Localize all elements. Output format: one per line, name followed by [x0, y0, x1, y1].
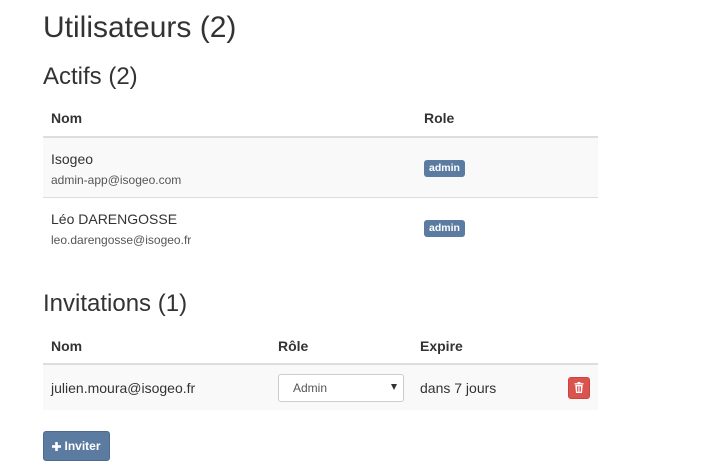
column-header-actions [560, 328, 598, 365]
role-select-value: Admin [293, 380, 328, 395]
plus-icon [52, 441, 62, 451]
page: Utilisateurs (2) Actifs (2) Nom Role Iso… [0, 0, 722, 475]
role-select[interactable]: Admin [278, 373, 404, 402]
page-title: Utilisateurs (2) [43, 11, 237, 44]
role-badge: admin [424, 220, 465, 237]
invitation-actions-cell [560, 364, 598, 410]
invite-button[interactable]: Inviter [43, 431, 110, 461]
section-title-actifs: Actifs (2) [43, 63, 138, 90]
active-users-table: Nom Role Isogeo admin-app@isogeo.com adm… [43, 100, 598, 257]
role-cell: admin [416, 137, 598, 198]
table-header-row: Nom Role [43, 100, 598, 138]
table-row: julien.moura@isogeo.fr Admin dans 7 jour… [43, 364, 598, 410]
table-row: Léo DARENGOSSE leo.darengosse@isogeo.fr … [43, 197, 598, 257]
user-name: Léo DARENGOSSE [51, 211, 178, 227]
user-email: admin-app@isogeo.com [51, 173, 182, 187]
invitation-email-cell: julien.moura@isogeo.fr [43, 364, 270, 410]
invitation-email: julien.moura@isogeo.fr [51, 379, 196, 396]
trash-icon [574, 382, 584, 393]
invitation-expires: dans 7 jours [420, 379, 497, 396]
user-name: Isogeo [51, 151, 94, 167]
table-row: Isogeo admin-app@isogeo.com admin [43, 137, 598, 198]
invitation-expires-cell: dans 7 jours [412, 364, 560, 410]
column-header-expires: Expire [412, 328, 560, 365]
column-header-name: Nom [43, 328, 270, 365]
role-badge: admin [424, 160, 465, 177]
table-header-row: Nom Rôle Expire [43, 328, 598, 365]
invitation-role-cell: Admin [270, 364, 412, 410]
invitations-table: Nom Rôle Expire julien.moura@isogeo.fr A… [43, 328, 598, 410]
user-cell: Isogeo admin-app@isogeo.com [43, 137, 416, 198]
role-cell: admin [416, 197, 598, 257]
delete-invitation-button[interactable] [568, 376, 590, 399]
invite-button-label: Inviter [64, 439, 101, 453]
column-header-role: Rôle [270, 328, 412, 365]
user-email: leo.darengosse@isogeo.fr [51, 233, 192, 247]
user-cell: Léo DARENGOSSE leo.darengosse@isogeo.fr [43, 197, 416, 257]
chevron-down-icon [391, 383, 397, 390]
column-header-name: Nom [43, 100, 416, 138]
column-header-role: Role [416, 100, 598, 138]
section-title-invitations: Invitations (1) [43, 290, 188, 317]
